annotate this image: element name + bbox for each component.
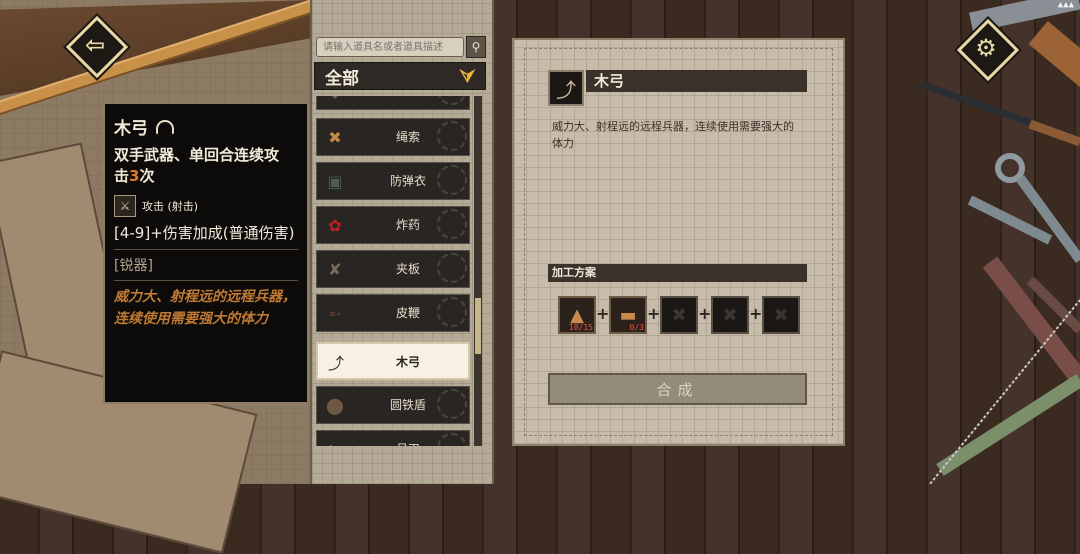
bow-icon: ⤴: [548, 70, 584, 106]
status-indicator: ▲▲▲: [1057, 0, 1074, 10]
list-item[interactable]: ▣ 防弹衣: [316, 162, 470, 200]
tooltip-attack-row: ⚔ 攻击 (射击): [114, 195, 298, 217]
tooltip-tag: [锐器]: [114, 258, 153, 274]
plus-icon: +: [749, 304, 763, 323]
tooltip-description: 威力大、射程远的远程兵器，连续使用需要强大的体力: [114, 289, 296, 327]
item-label: 木弓: [395, 355, 420, 369]
list-item[interactable]: ◆: [316, 96, 470, 110]
plus-icon: +: [698, 304, 712, 323]
bow-icon: ⤴: [327, 354, 344, 373]
blade-icon: ➤: [319, 433, 351, 447]
search-input[interactable]: [316, 37, 464, 57]
bow-type-icon: [156, 119, 174, 134]
material-slot-empty: ✖: [660, 296, 698, 334]
search-icon: ⚲: [471, 40, 481, 54]
gear-emblem-icon: [437, 297, 467, 327]
list-item[interactable]: ➵ 皮鞭: [316, 294, 470, 332]
splint-icon: ✘: [328, 259, 342, 279]
gear-emblem-icon: [437, 165, 467, 195]
list-item[interactable]: ✿ 炸药: [316, 206, 470, 244]
tooltip-line2-prefix: 击: [114, 167, 130, 185]
gear-emblem-icon: [437, 121, 467, 151]
search-button[interactable]: ⚲: [466, 36, 486, 58]
chevron-down-icon: ⮛: [459, 65, 475, 87]
gear-emblem-icon: [437, 209, 467, 239]
material-quantity: 10/15: [568, 323, 593, 332]
list-item[interactable]: ➤ 月刃: [316, 430, 470, 446]
tooltip-attack-label: 攻击 (射击): [142, 200, 199, 213]
tooltip-divider: [114, 249, 298, 250]
item-tooltip: 木弓 双手武器、单回合连续攻 击3次 ⚔ 攻击 (射击) [4-9]+伤害加成(…: [103, 102, 309, 404]
list-scrollbar-thumb[interactable]: [475, 298, 481, 354]
vest-icon: ▣: [327, 171, 343, 191]
list-item[interactable]: ✘ 夹板: [316, 250, 470, 288]
empty-slot-icon: ✖: [773, 304, 789, 326]
tooltip-weapon-type: 双手武器、单回合连续攻 击3次: [114, 145, 298, 187]
material-slot-empty: ✖: [711, 296, 749, 334]
tooltip-divider: [114, 280, 298, 281]
item-icon: ◆: [319, 96, 351, 107]
shield-icon: ⬤: [326, 395, 344, 415]
gear-icon: ⚙: [975, 34, 997, 62]
back-button[interactable]: ⇦: [65, 15, 129, 79]
plus-icon: +: [647, 304, 661, 323]
detail-description: 威力大、射程远的远程兵器，连续使用需要强大的体力: [552, 120, 794, 150]
list-item[interactable]: ⬤ 圆铁盾: [316, 386, 470, 424]
item-list: ◆ ✖ 绳索 ▣ 防弹衣 ✿ 炸药 ✘ 夹板 ➵ 皮鞭 ⤴ 木弓 ⬤ 圆铁盾 ➤…: [316, 96, 470, 446]
sword-icon: ⚔: [114, 195, 136, 217]
rope-icon: ✖: [328, 127, 342, 147]
empty-slot-icon: ✖: [722, 304, 738, 326]
craft-button[interactable]: 合成: [548, 373, 807, 405]
bomb-icon: ✿: [328, 215, 342, 235]
plus-icon: +: [596, 304, 610, 323]
gear-emblem-icon: [437, 389, 467, 419]
empty-slot-icon: ✖: [671, 304, 687, 326]
list-scrollbar[interactable]: [474, 96, 482, 446]
category-label: 全部: [325, 68, 359, 89]
material-slot-empty: ✖: [762, 296, 800, 334]
tooltip-hit-count: 3: [129, 167, 140, 185]
tooltip-item-name: 木弓: [114, 119, 148, 139]
material-quantity: 0/3: [629, 323, 644, 332]
settings-button[interactable]: ⚙: [956, 18, 1020, 82]
material-slot[interactable]: ▲ 10/15: [558, 296, 596, 334]
tooltip-damage: [4-9]+伤害加成(普通伤害): [114, 224, 295, 242]
list-item-selected[interactable]: ⤴ 木弓: [316, 342, 470, 380]
gear-emblem-icon: [437, 253, 467, 283]
category-dropdown[interactable]: 全部 ⮛: [314, 62, 486, 90]
tooltip-title: 木弓: [114, 114, 298, 139]
back-arrow-icon: ⇦: [84, 31, 106, 59]
tooltip-line1: 双手武器、单回合连续攻: [114, 146, 280, 164]
recipe-section-title: 加工方案: [548, 264, 807, 282]
material-slot[interactable]: ▬ 0/3: [609, 296, 647, 334]
whip-icon: ➵: [328, 303, 342, 323]
detail-title: 木弓: [586, 70, 807, 92]
recipe-row: ▲ 10/15 + ▬ 0/3 + ✖ + ✖ + ✖: [548, 284, 807, 348]
gear-emblem-icon: [437, 96, 467, 105]
tooltip-line2-suffix: 次: [139, 167, 155, 185]
list-item[interactable]: ✖ 绳索: [316, 118, 470, 156]
